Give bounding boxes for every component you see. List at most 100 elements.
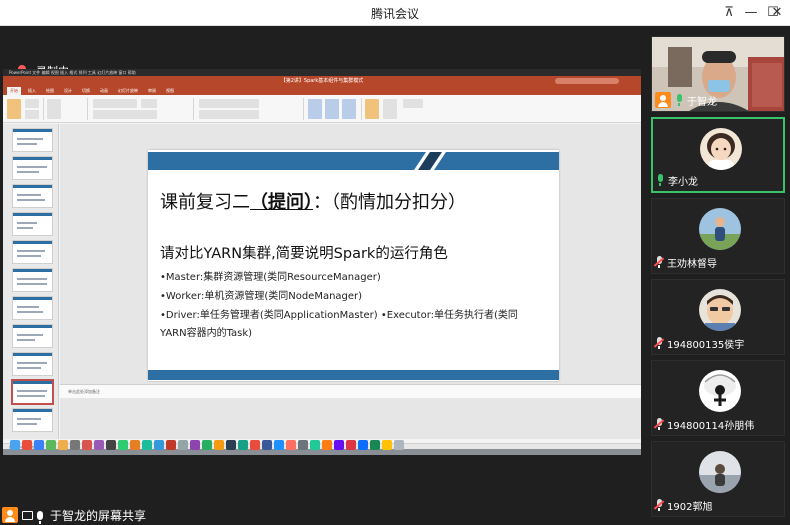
safari-icon[interactable] [34, 440, 44, 450]
participant-tile[interactable]: 于智龙 [651, 36, 785, 112]
app-icon[interactable] [226, 440, 236, 450]
app-icon[interactable] [298, 440, 308, 450]
slide-thumbnail[interactable] [12, 128, 53, 152]
ppt-tab: 审阅 [148, 88, 156, 93]
participant-name: 于智龙 [687, 96, 717, 108]
slide-thumbnail[interactable] [12, 296, 53, 320]
microphone-muted-icon [653, 499, 665, 511]
launchpad-icon[interactable] [22, 440, 32, 450]
ppt-ribbon [3, 95, 641, 123]
slide-header-band [148, 152, 559, 170]
messages-icon[interactable] [46, 440, 56, 450]
current-slide: 课前复习二（提问）：（酌情加分扣分） 请对比YARN集群,简要说明Spark的运… [148, 150, 559, 381]
slide-title: 课前复习二（提问）：（酌情加分扣分） [160, 188, 552, 214]
app-icon[interactable] [70, 440, 80, 450]
paragraph-buttons [199, 99, 259, 108]
app-icon[interactable] [310, 440, 320, 450]
ppt-tab: 绘图 [46, 88, 54, 93]
slide-thumbnail[interactable] [12, 352, 53, 376]
app-icon[interactable] [322, 440, 332, 450]
slide-footer-band [148, 370, 559, 380]
app-icon[interactable] [154, 440, 164, 450]
ppt-title-bar: 【第2讲】Spark基本组件与集群模式 [3, 76, 641, 86]
slide-thumbnail[interactable] [12, 156, 53, 180]
app-icon[interactable] [166, 440, 176, 450]
avatar [699, 370, 741, 412]
comments-icon [403, 99, 423, 108]
app-icon[interactable] [178, 440, 188, 450]
minimize-button[interactable]: — [740, 3, 762, 23]
ppt-search-box [555, 78, 619, 84]
photos-icon[interactable] [58, 440, 68, 450]
avatar [700, 128, 742, 170]
avatar [699, 289, 741, 331]
slide-thumbnail[interactable] [12, 184, 53, 208]
mac-menu-bar: PowerPoint 文件 编辑 视图 插入 格式 排列 工具 幻灯片放映 窗口… [3, 69, 641, 76]
design-ideas-icon [383, 99, 397, 119]
app-icon[interactable] [334, 440, 344, 450]
slide-thumbnail[interactable] [12, 324, 53, 348]
participant-name-row: 李小龙 [656, 172, 698, 188]
app-icon[interactable] [370, 440, 380, 450]
app-icon[interactable] [346, 440, 356, 450]
host-badge-icon [655, 92, 671, 108]
close-button[interactable]: ✕ [766, 3, 788, 23]
slide-thumbnail-panel[interactable] [3, 124, 59, 439]
slide-bullet: •Worker:单机资源管理(类同NodeManager) [160, 291, 363, 302]
ppt-tab: 切换 [82, 88, 90, 93]
copy-icon [25, 110, 39, 119]
app-icon[interactable] [214, 440, 224, 450]
slide-thumbnail[interactable] [12, 268, 53, 292]
slide-thumbnail-selected[interactable] [11, 379, 54, 405]
ribbon-separator [303, 98, 304, 120]
font-size-dropdown [141, 99, 157, 108]
slide-thumbnail[interactable] [12, 212, 53, 236]
slide-thumbnail[interactable] [12, 240, 53, 264]
slide-title-suffix: ：（酌情加分扣分） [313, 192, 466, 213]
microphone-muted-icon [653, 418, 665, 430]
notes-pane[interactable]: 单击此处添加备注 [60, 384, 641, 398]
window-title: 腾讯会议 [370, 7, 419, 21]
trash-icon[interactable] [394, 440, 404, 450]
cut-icon [25, 99, 39, 108]
app-icon[interactable] [358, 440, 368, 450]
new-slide-icon [47, 99, 61, 119]
app-icon[interactable] [250, 440, 260, 450]
ribbon-separator [43, 98, 44, 120]
participant-tile[interactable]: 194800114孙朋伟 [651, 360, 785, 436]
ppt-tab: 动画 [100, 88, 108, 93]
app-icon[interactable] [118, 440, 128, 450]
pin-icon[interactable]: ⊼ [718, 3, 740, 23]
participant-tile[interactable]: 194800135侯宇 [651, 279, 785, 355]
dock-icons [10, 440, 404, 454]
app-icon[interactable] [106, 440, 116, 450]
app-icon[interactable] [262, 440, 272, 450]
ppt-document-title: 【第2讲】Spark基本组件与集群模式 [280, 78, 364, 84]
presenter-label: 于智龙的屏幕共享 [2, 506, 146, 524]
participant-tile[interactable]: 王劝林督导 [651, 198, 785, 274]
app-icon[interactable] [274, 440, 284, 450]
slide-bullet: •Master:集群资源管理(类同ResourceManager) [160, 272, 381, 283]
app-icon[interactable] [382, 440, 392, 450]
slide-thumbnail[interactable] [12, 408, 53, 432]
participant-name-row: 194800114孙朋伟 [653, 416, 754, 432]
app-icon[interactable] [130, 440, 140, 450]
app-icon[interactable] [190, 440, 200, 450]
app-icon[interactable] [202, 440, 212, 450]
microphone-icon [675, 94, 683, 106]
ppt-tab: 幻灯片放映 [118, 88, 138, 93]
participant-name-row: 194800135侯宇 [653, 335, 744, 351]
paste-icon [7, 99, 21, 119]
app-icon[interactable] [94, 440, 104, 450]
picture-icon [365, 99, 379, 119]
slide-bullet: YARN容器内的Task) [160, 328, 253, 339]
app-icon[interactable] [286, 440, 296, 450]
finder-icon[interactable] [10, 440, 20, 450]
ribbon-separator [87, 98, 88, 120]
participant-tile[interactable]: 1902郭旭 [651, 441, 785, 517]
app-icon[interactable] [82, 440, 92, 450]
app-icon[interactable] [238, 440, 248, 450]
participant-tile-active-speaker[interactable]: 李小龙 [651, 117, 785, 193]
app-icon[interactable] [142, 440, 152, 450]
participant-name-row: 于智龙 [655, 92, 717, 108]
